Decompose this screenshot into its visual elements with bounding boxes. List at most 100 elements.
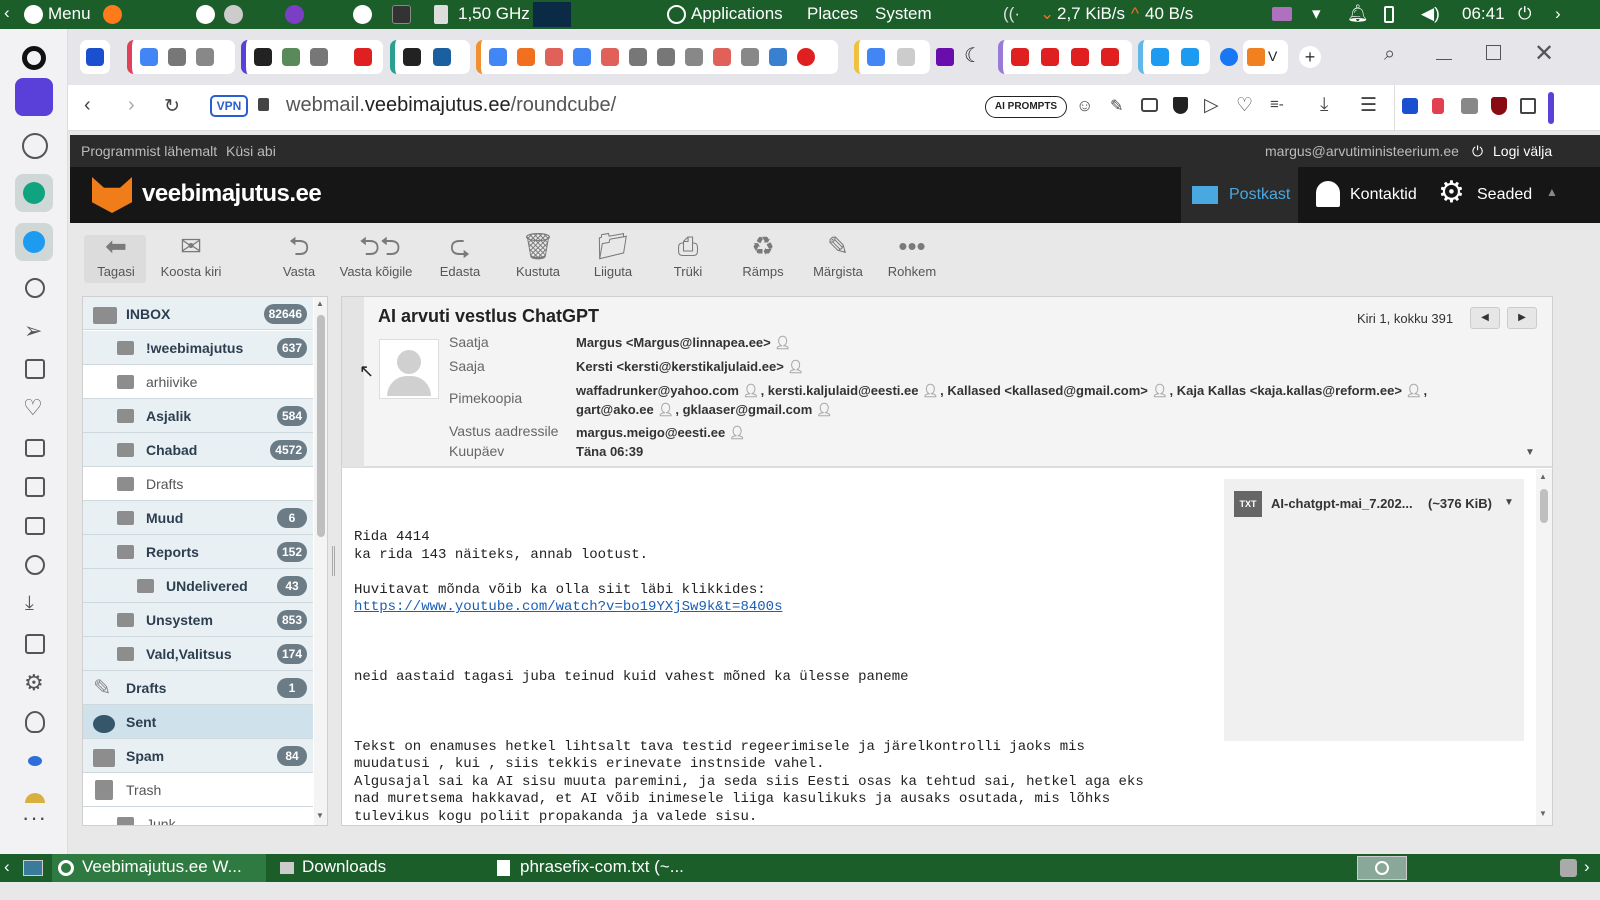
nav-mail-active[interactable]: Postkast xyxy=(1181,167,1298,223)
crown-icon[interactable] xyxy=(22,133,48,159)
add-contact-icon[interactable]: 👤︎ xyxy=(729,425,747,440)
settings-sliders-icon[interactable]: ☰ xyxy=(1360,94,1377,117)
apps-grid-icon[interactable] xyxy=(25,359,45,379)
more-dots-icon[interactable]: ··· xyxy=(22,805,47,831)
emoji-icon[interactable]: ☺ xyxy=(1076,96,1093,116)
ai-prompts-button[interactable]: AI PROMPTS xyxy=(985,96,1067,118)
youtube-link[interactable]: https://www.youtube.com/watch?v=bo19YXjS… xyxy=(354,599,782,615)
scrollbar-thumb[interactable] xyxy=(317,315,325,537)
add-contact-icon[interactable]: 👤︎ xyxy=(816,402,834,417)
player-icon[interactable] xyxy=(25,278,45,298)
twitter-icon[interactable] xyxy=(15,223,53,261)
easy-setup-icon[interactable]: ≡- xyxy=(1270,96,1284,113)
add-contact-icon[interactable]: 👤︎ xyxy=(657,402,675,417)
chatgpt-icon[interactable] xyxy=(15,174,53,212)
extensions-cube-icon[interactable] xyxy=(25,634,45,654)
folder-item[interactable]: Vald,Valitsus 174 xyxy=(83,637,313,671)
task-downloads[interactable]: Downloads xyxy=(302,857,386,877)
yahoo-favicon-icon[interactable] xyxy=(936,48,954,66)
tab-group-4[interactable] xyxy=(476,40,838,74)
collapse-caret-icon[interactable]: ▲ xyxy=(1546,185,1558,199)
workspaces-icon[interactable] xyxy=(15,78,53,116)
camera-icon[interactable] xyxy=(1141,98,1158,112)
system-menu[interactable]: System xyxy=(875,4,932,24)
editor-icon[interactable] xyxy=(25,477,45,497)
url-field[interactable]: webmail.veebimajutus.ee/roundcube/ xyxy=(286,94,616,117)
folder-item[interactable]: Junk xyxy=(83,807,313,825)
search-tabs-icon[interactable]: ⌕ xyxy=(1384,43,1395,66)
folder-inbox[interactable]: INBOX 82646 xyxy=(83,297,313,330)
from-value[interactable]: Margus <Margus@linnapea.ee> 👤︎ xyxy=(576,335,792,350)
send-icon[interactable]: ➢ xyxy=(24,318,42,344)
audio-applet-icon[interactable] xyxy=(1272,7,1292,21)
scroll-down-icon[interactable]: ▼ xyxy=(1539,809,1547,818)
ublock-icon[interactable] xyxy=(1491,97,1507,115)
folder-item[interactable]: Muud 6 xyxy=(83,501,313,535)
message-scrollbar[interactable]: ▲ ▼ xyxy=(1536,469,1552,825)
notification-bell-icon[interactable]: 🔔︎ xyxy=(1347,4,1369,24)
folder-sent[interactable]: Sent xyxy=(83,705,313,739)
new-tab-icon[interactable]: + xyxy=(1299,46,1321,68)
logout-link[interactable]: Logi välja xyxy=(1493,143,1552,159)
expand-header-icon[interactable]: ▼ xyxy=(1525,447,1535,458)
folder-spam[interactable]: Spam 84 xyxy=(83,739,313,773)
add-contact-icon[interactable]: 👤︎ xyxy=(787,359,805,374)
panel-right-arrow-icon[interactable]: › xyxy=(1555,4,1561,24)
add-contact-icon[interactable]: 👤︎ xyxy=(922,383,940,398)
folder-item[interactable]: arhiivike xyxy=(83,365,313,399)
restore-icon[interactable] xyxy=(1486,45,1501,60)
add-contact-icon[interactable]: 👤︎ xyxy=(743,383,761,398)
task-text-editor[interactable]: phrasefix-com.txt (~... xyxy=(520,857,684,877)
workspace-switcher[interactable] xyxy=(1357,856,1407,880)
replyto-value[interactable]: margus.meigo@eesti.ee 👤︎ xyxy=(576,425,747,440)
folder-item[interactable]: Unsystem 853 xyxy=(83,603,313,637)
folder-item[interactable]: UNdelivered 43 xyxy=(83,569,313,603)
power-icon[interactable]: ⏻ xyxy=(1518,4,1531,24)
places-menu[interactable]: Places xyxy=(807,4,858,24)
tab-active-webmail[interactable]: V xyxy=(1243,40,1288,74)
scroll-up-icon[interactable]: ▲ xyxy=(316,299,324,308)
move-button[interactable]: 📁︎ Liiguta xyxy=(577,231,649,291)
volume-icon[interactable]: ◀) xyxy=(1421,4,1440,24)
shield-icon[interactable] xyxy=(1173,97,1188,114)
settings-applet-icon[interactable] xyxy=(224,5,243,24)
power-icon[interactable]: ⏻ xyxy=(1472,143,1483,160)
print-button[interactable]: ⎙ Trüki xyxy=(652,231,724,291)
messenger-icon[interactable] xyxy=(28,756,42,766)
compose-button[interactable]: ✉ Koosta kiri xyxy=(155,231,227,291)
scroll-up-icon[interactable]: ▲ xyxy=(1539,472,1547,481)
attachment-name[interactable]: AI-chatgpt-mai_7.202... xyxy=(1271,496,1413,511)
folder-drafts[interactable]: ✎ Drafts 1 xyxy=(83,671,313,705)
extension-puzzle-icon[interactable] xyxy=(1461,98,1478,114)
task-browser[interactable]: Veebimajutus.ee W... xyxy=(82,857,242,877)
folder-item[interactable]: Asjalik 584 xyxy=(83,399,313,433)
sidebar-toggle-icon[interactable] xyxy=(1548,92,1554,124)
extensions-cube-icon[interactable] xyxy=(1520,98,1536,114)
app-launcher-icon[interactable] xyxy=(285,5,304,24)
firefox-icon[interactable] xyxy=(103,5,122,24)
app-icon[interactable] xyxy=(196,5,215,24)
applications-menu[interactable]: Applications xyxy=(691,4,783,24)
bcc-value-line1[interactable]: waffadrunker@yahoo.com 👤︎, kersti.kaljul… xyxy=(576,383,1427,398)
extension-icon[interactable] xyxy=(25,793,45,803)
nav-settings[interactable]: Seaded xyxy=(1477,186,1532,204)
taskbar-right-arrow-icon[interactable]: › xyxy=(1584,857,1590,877)
next-message-icon[interactable]: ▶ xyxy=(1507,307,1537,329)
download-icon[interactable]: ⤓ xyxy=(1320,94,1328,116)
folder-item[interactable]: Reports 152 xyxy=(83,535,313,569)
terminal-icon[interactable] xyxy=(392,5,411,24)
forward-button[interactable]: ⮎ Edasta xyxy=(424,231,496,291)
reload-icon[interactable]: ↻ xyxy=(164,95,180,118)
junk-button[interactable]: ♻ Rämps xyxy=(727,231,799,291)
facebook-favicon-icon[interactable] xyxy=(1220,48,1238,66)
tab-group-5[interactable] xyxy=(854,40,930,74)
tab-pinned[interactable] xyxy=(80,40,110,74)
tab-group-3[interactable] xyxy=(390,40,470,74)
forward-icon[interactable]: › xyxy=(128,94,135,117)
about-link[interactable]: Programmist lähemalt xyxy=(81,143,217,159)
mark-button[interactable]: ✎ Märgista xyxy=(802,231,874,291)
folder-scrollbar[interactable]: ▲ ▼ xyxy=(314,297,327,825)
scrollbar-thumb[interactable] xyxy=(1540,489,1548,523)
tab-group-6[interactable] xyxy=(998,40,1132,74)
close-window-icon[interactable]: ✕ xyxy=(1534,39,1554,68)
